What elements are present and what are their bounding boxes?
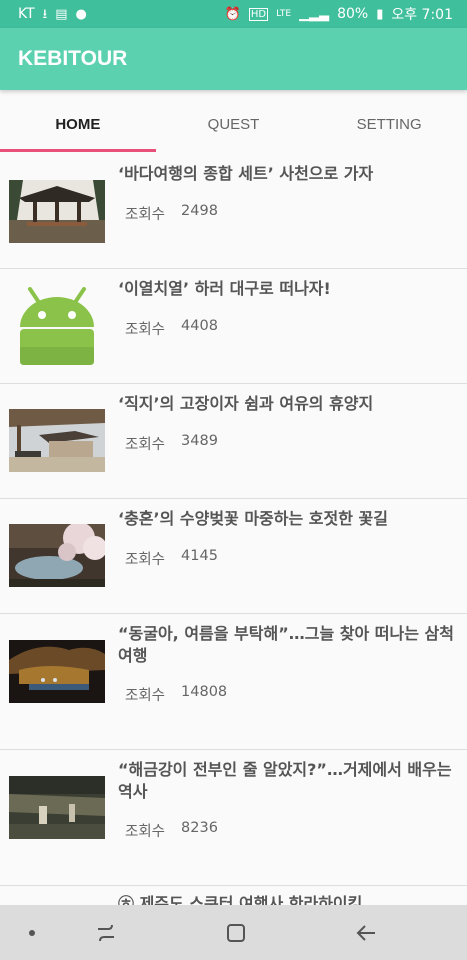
- android-icon: [10, 287, 104, 367]
- views-value: 3489: [181, 433, 218, 449]
- views-value: 4145: [181, 548, 218, 564]
- item-title: ‘바다여행의 종합 세트’ 사천으로 가자: [118, 164, 374, 183]
- hanok-thumbnail: [9, 409, 105, 472]
- app-bar: KEBITOUR: [0, 28, 467, 90]
- tab-setting[interactable]: SETTING: [311, 96, 467, 152]
- download-icon: ⭳: [42, 6, 48, 22]
- app-title: KEBITOUR: [18, 47, 128, 70]
- view-count: 조회수 4408: [125, 318, 218, 339]
- list-item[interactable]: ‘이열치열’ 하러 대구로 떠나자! 조회수 4408: [0, 269, 467, 384]
- list-item[interactable]: ‘바다여행의 종합 세트’ 사천으로 가자 조회수 2498: [0, 154, 467, 269]
- views-label: 조회수: [125, 824, 166, 840]
- item-title: “동굴아, 여름을 부탁해”…그늘 찾아 떠나는 삼척여행: [118, 624, 454, 665]
- cherry-blossom-thumbnail: [9, 524, 105, 587]
- views-value: 2498: [181, 203, 218, 219]
- views-label: 조회수: [125, 437, 166, 453]
- view-count: 조회수 2498: [125, 203, 218, 224]
- list-item[interactable]: “해금강이 전부인 줄 알았지?”…거제에서 배우는 역사 조회수 8236: [0, 750, 467, 886]
- tour-list: ‘바다여행의 종합 세트’ 사천으로 가자 조회수 2498 ‘이열치열’ 하러…: [0, 154, 467, 926]
- tab-bar: HOME QUEST SETTING: [0, 96, 467, 152]
- view-count: 조회수 4145: [125, 548, 218, 569]
- views-label: 조회수: [125, 552, 166, 568]
- views-label: 조회수: [125, 688, 166, 704]
- views-value: 8236: [181, 820, 218, 836]
- tab-quest[interactable]: QUEST: [156, 96, 312, 152]
- signal-icon: ▁▂▃: [299, 6, 330, 22]
- tab-home[interactable]: HOME: [0, 96, 156, 152]
- status-bar: KT ⭳ ▤ ● ⏰ HD LTE ▁▂▃ 80% ▮ 오후 7:01: [0, 0, 467, 28]
- dot-indicator-icon[interactable]: [18, 905, 46, 960]
- view-count: 조회수 8236: [125, 820, 218, 841]
- home-icon[interactable]: [218, 905, 254, 960]
- hd-icon: HD: [248, 7, 269, 21]
- list-item[interactable]: ‘충혼’의 수양벚꽃 마중하는 호젓한 꽃길 조회수 4145: [0, 499, 467, 614]
- item-title: ‘이열치열’ 하러 대구로 떠나자!: [118, 279, 331, 298]
- tab-label: QUEST: [207, 115, 260, 133]
- navigation-bar: [0, 905, 467, 960]
- sim-icon: ▤: [55, 6, 68, 22]
- ruins-thumbnail: [9, 776, 105, 839]
- alarm-icon: ⏰: [224, 6, 241, 22]
- tab-label: HOME: [55, 115, 101, 133]
- item-title: ‘충혼’의 수양벚꽃 마중하는 호젓한 꽃길: [118, 509, 388, 528]
- item-title: ‘직지’의 고장이자 쉼과 여유의 휴양지: [118, 394, 374, 413]
- battery-level: 80%: [337, 6, 369, 22]
- lte-icon: LTE: [276, 9, 292, 19]
- list-item[interactable]: “동굴아, 여름을 부탁해”…그늘 찾아 떠나는 삼척여행 조회수 14808: [0, 614, 467, 750]
- views-label: 조회수: [125, 207, 166, 223]
- views-label: 조회수: [125, 322, 166, 338]
- back-icon[interactable]: [348, 905, 384, 960]
- clock: 오후 7:01: [391, 7, 453, 23]
- views-value: 4408: [181, 318, 218, 334]
- view-count: 조회수 3489: [125, 433, 218, 454]
- message-icon: ●: [75, 6, 87, 22]
- pavilion-thumbnail: [9, 180, 105, 243]
- cave-thumbnail: [9, 640, 105, 703]
- view-count: 조회수 14808: [125, 684, 227, 705]
- recent-apps-icon[interactable]: [88, 905, 124, 960]
- carrier-label: KT: [18, 6, 35, 22]
- views-value: 14808: [181, 684, 228, 700]
- item-title: “해금강이 전부인 줄 알았지?”…거제에서 배우는 역사: [118, 760, 452, 801]
- battery-icon: ▮: [376, 6, 384, 22]
- list-item[interactable]: ‘직지’의 고장이자 쉼과 여유의 휴양지 조회수 3489: [0, 384, 467, 499]
- tab-label: SETTING: [356, 115, 422, 133]
